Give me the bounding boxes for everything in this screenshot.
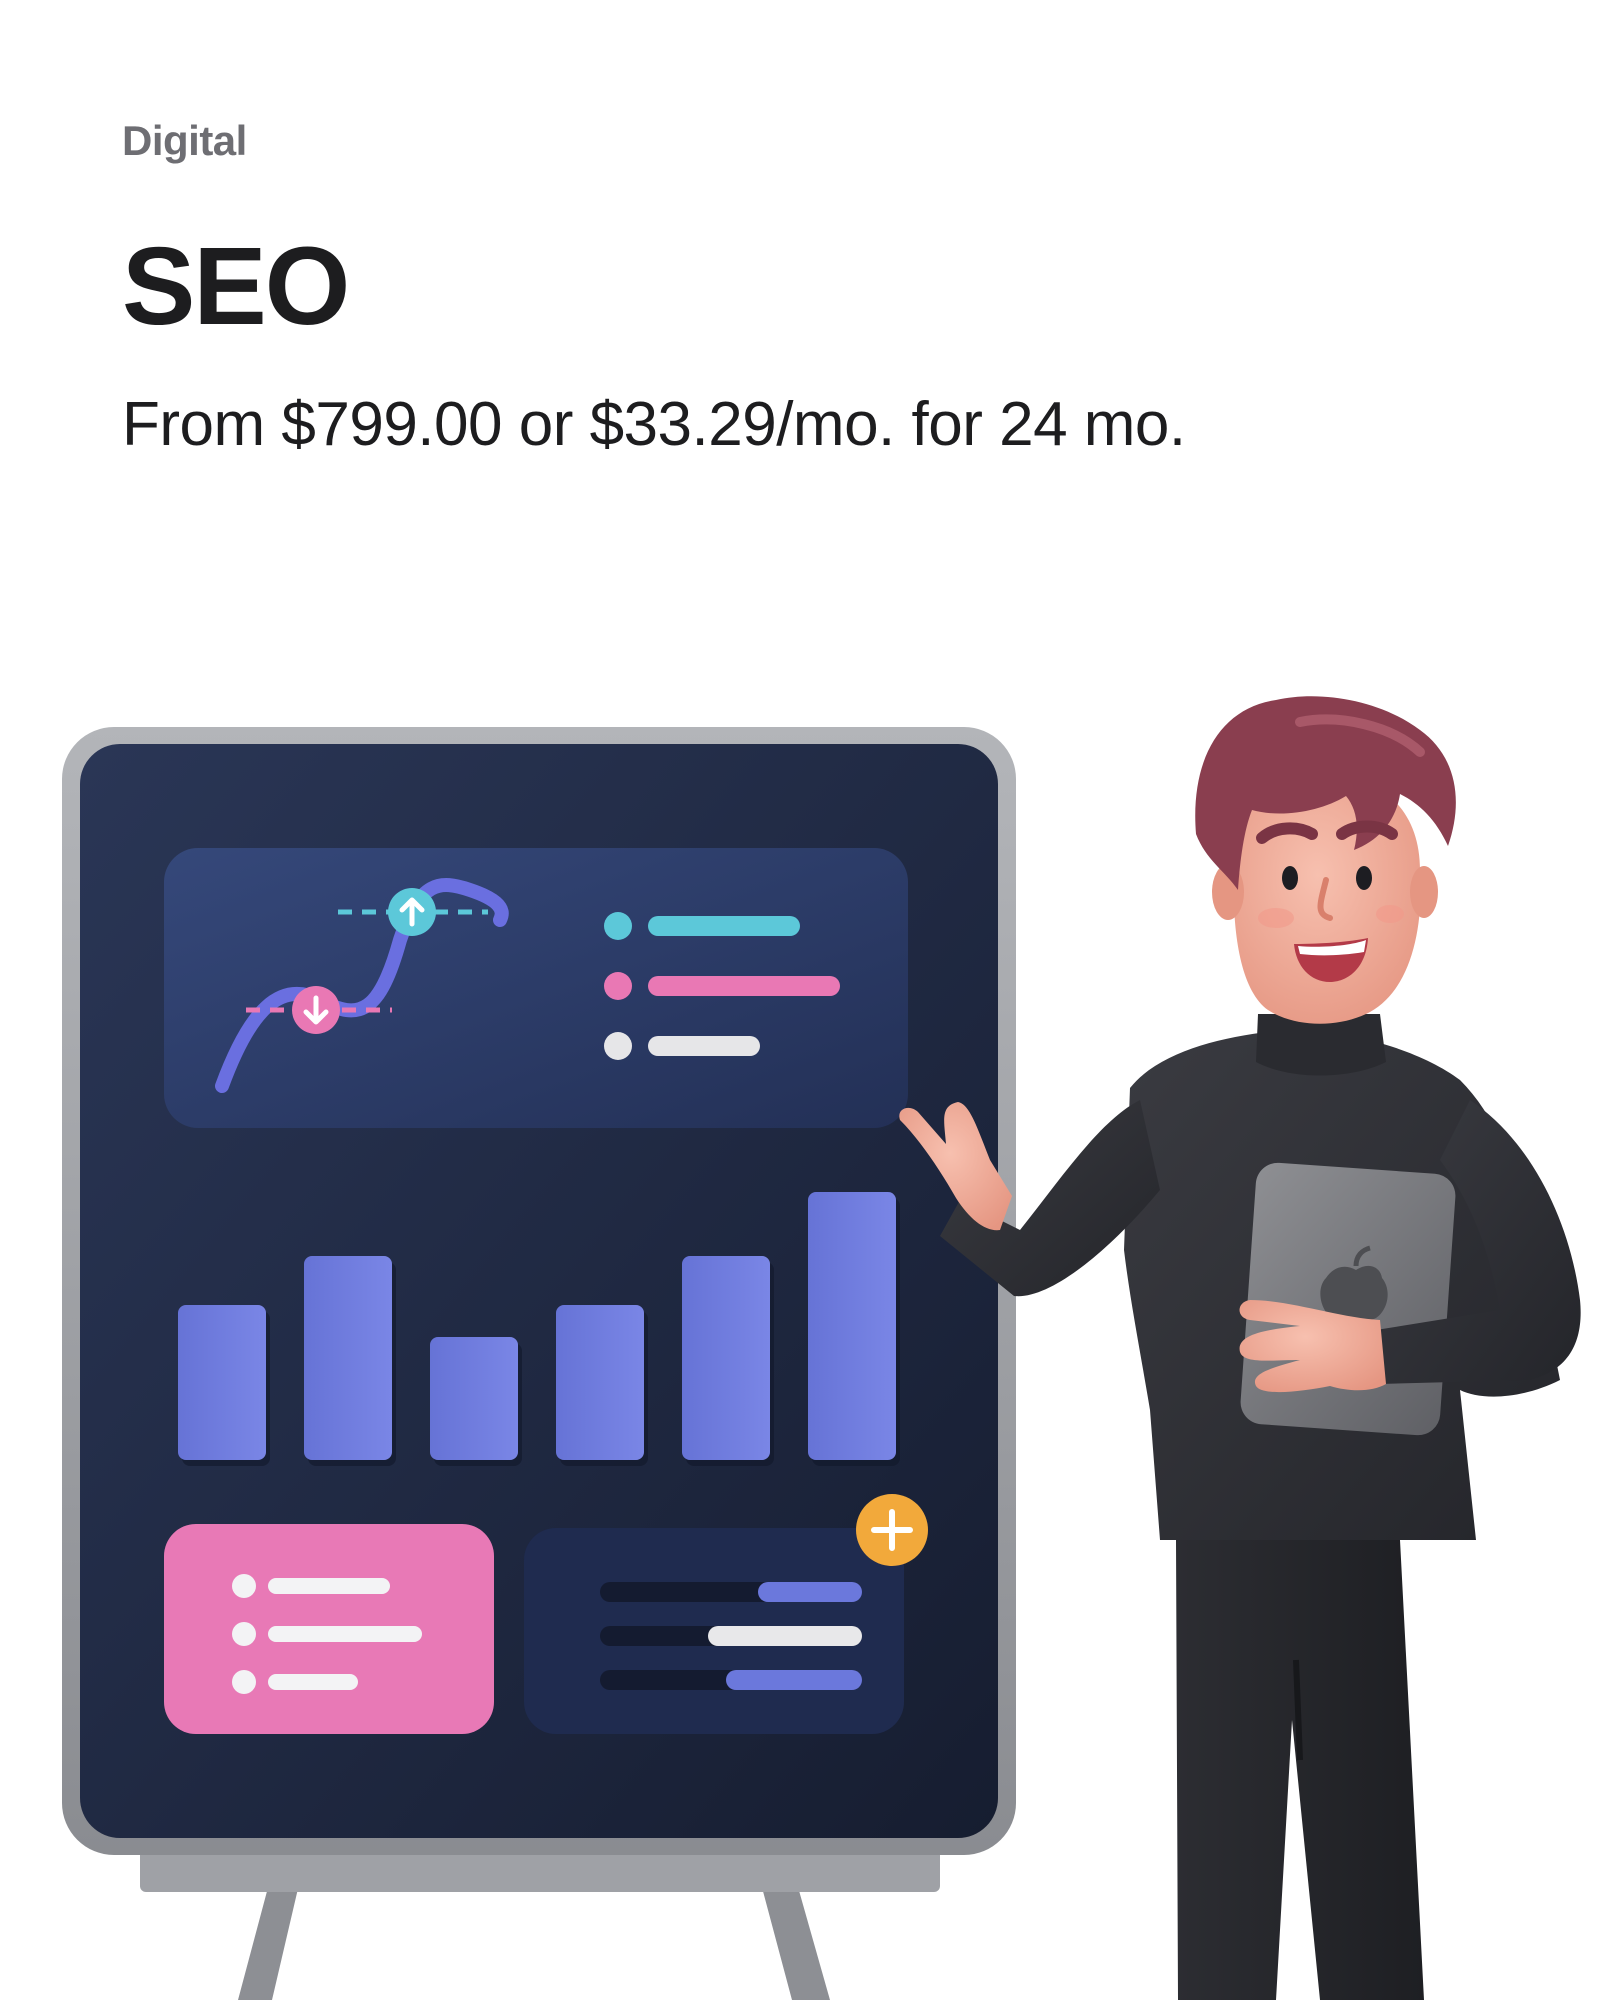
board-bar <box>682 1256 770 1460</box>
presenter-head <box>1195 696 1456 1024</box>
presenter-illustration <box>62 696 1581 2000</box>
board-bar <box>556 1305 644 1460</box>
arrow-down-icon <box>292 986 340 1034</box>
tablet <box>1240 1162 1456 1436</box>
board-bar <box>430 1337 518 1460</box>
board-bar <box>808 1192 896 1460</box>
progress-card <box>524 1494 928 1734</box>
pink-list-card <box>164 1524 494 1734</box>
board-bar <box>178 1305 266 1460</box>
plus-icon <box>856 1494 928 1566</box>
board-bar <box>304 1256 392 1460</box>
trend-card <box>164 848 908 1128</box>
easel-legs <box>238 1880 830 2000</box>
arrow-up-icon <box>388 888 436 936</box>
